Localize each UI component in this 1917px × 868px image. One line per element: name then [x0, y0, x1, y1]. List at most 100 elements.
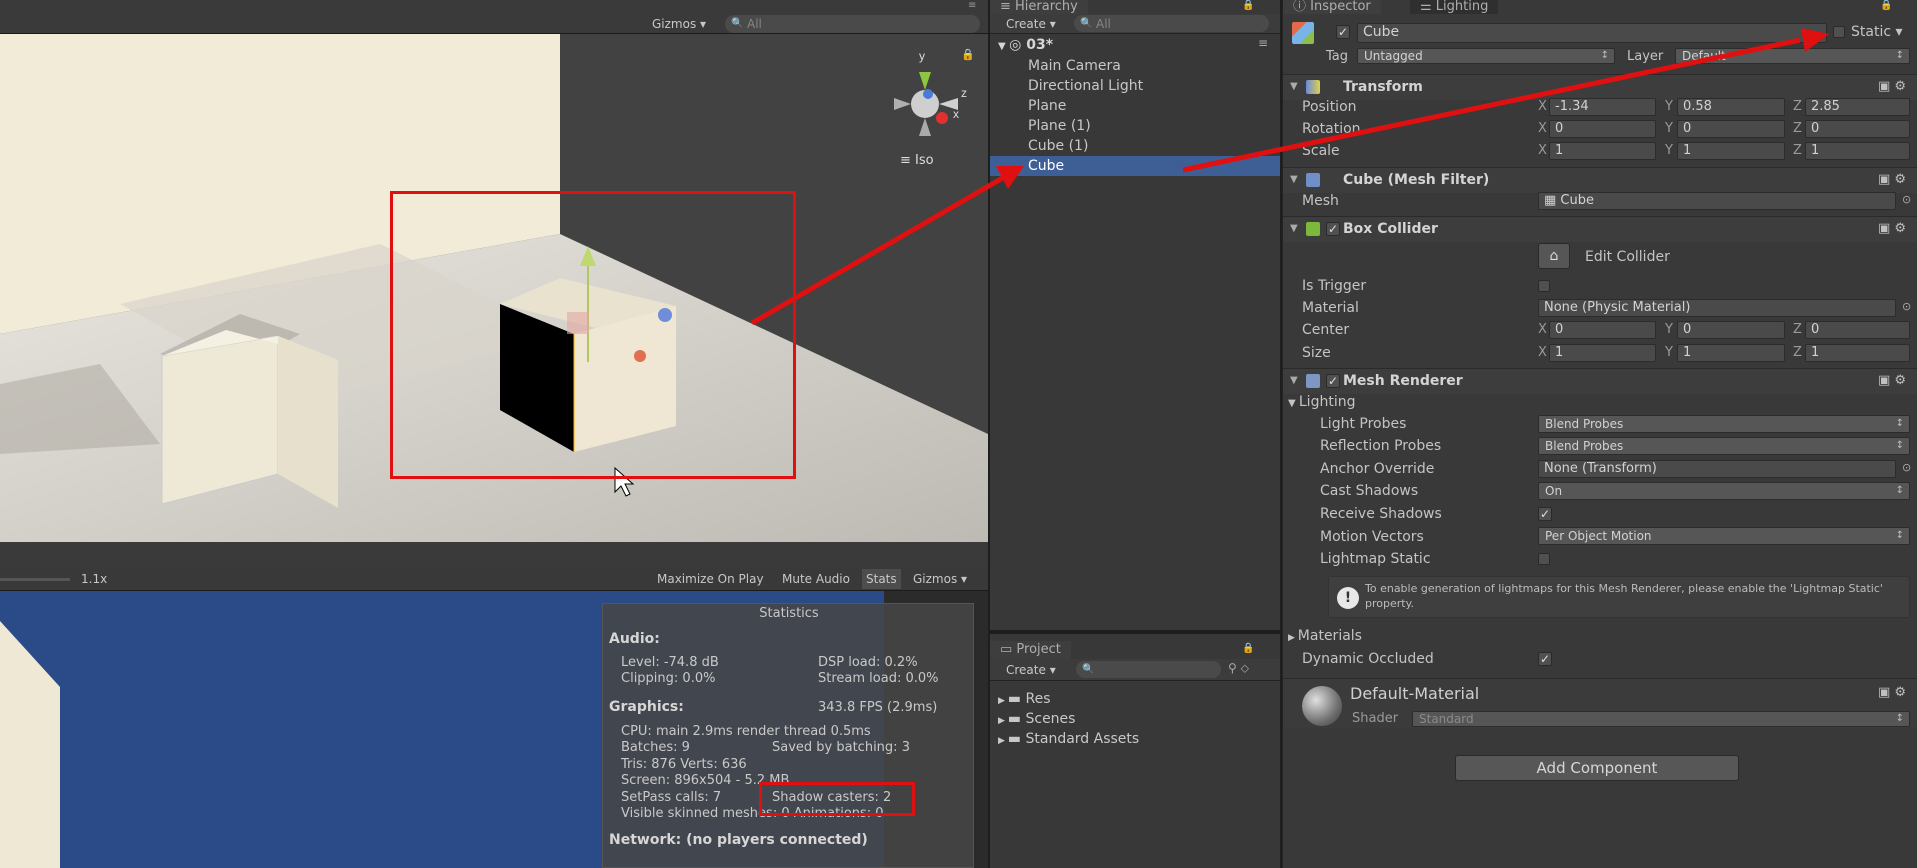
object-picker-icon[interactable]: ⊙ — [1902, 193, 1911, 206]
active-checkbox[interactable]: ✓ — [1336, 25, 1350, 39]
center-y-field[interactable]: 0 — [1677, 321, 1785, 339]
project-create-button[interactable]: Create ▾ — [1006, 660, 1056, 680]
lock-icon[interactable]: 🔒 — [961, 48, 975, 61]
reflection-probes-dropdown[interactable]: Blend Probes — [1538, 437, 1910, 455]
gear-icon[interactable]: ▣ ⚙ — [1878, 368, 1906, 394]
scl-z-axis: Z — [1793, 143, 1802, 158]
info-icon: ⓘ — [1293, 0, 1311, 14]
material-preview-icon[interactable] — [1302, 686, 1342, 726]
tag-dropdown[interactable]: Untagged — [1357, 48, 1615, 64]
light-probes-dropdown[interactable]: Blend Probes — [1538, 415, 1910, 433]
lock-icon[interactable]: 🔒 — [1880, 0, 1892, 11]
hierarchy-item-plane[interactable]: Plane — [1028, 96, 1066, 116]
object-picker-icon[interactable]: ⊙ — [1902, 300, 1911, 313]
game-viewport[interactable]: Statistics Audio: Level: -74.8 dB Clippi… — [0, 591, 988, 868]
material-field[interactable]: None (Physic Material) — [1538, 299, 1896, 317]
tab-inspector[interactable]: ⓘ Inspector — [1283, 0, 1381, 14]
static-checkbox[interactable] — [1833, 26, 1845, 38]
gear-icon[interactable]: ▣ ⚙ — [1878, 74, 1906, 100]
center-z-field[interactable]: 0 — [1805, 321, 1910, 339]
project-folder-standard-assets[interactable]: ▶ ▬ Standard Assets — [998, 731, 1139, 747]
scene-gizmos-button[interactable]: Gizmos ▾ — [652, 14, 706, 34]
maximize-on-play-button[interactable]: Maximize On Play — [657, 569, 764, 589]
graphics-header: Graphics: — [609, 699, 684, 715]
menu-icon[interactable]: ≡ — [1258, 36, 1268, 50]
filter-icon[interactable]: ⚲ ⬦ — [1228, 661, 1249, 676]
size-x-axis: X — [1538, 345, 1547, 360]
receive-shadows-checkbox[interactable]: ✓ — [1538, 507, 1552, 521]
mute-audio-button[interactable]: Mute Audio — [782, 569, 850, 589]
center-y-axis: Y — [1665, 322, 1673, 337]
edit-collider-button[interactable]: ⌂ — [1538, 243, 1570, 269]
lock-icon[interactable]: 🔒 — [1242, 643, 1254, 654]
is-trigger-checkbox[interactable] — [1538, 280, 1550, 292]
pos-z-field[interactable]: 2.85 — [1805, 98, 1910, 116]
size-z-field[interactable]: 1 — [1805, 344, 1910, 362]
gear-icon[interactable]: ▣ ⚙ — [1878, 216, 1906, 242]
game-scale-slider[interactable] — [0, 578, 70, 581]
game-gizmos-button[interactable]: Gizmos ▾ — [913, 569, 967, 589]
hierarchy-item-main-camera[interactable]: Main Camera — [1028, 56, 1121, 76]
iso-label[interactable]: ≡ Iso — [900, 153, 934, 168]
lock-icon[interactable]: 🔒 — [1242, 0, 1254, 11]
project-folder-res[interactable]: ▶ ▬ Res — [998, 691, 1051, 707]
project-folder-scenes[interactable]: ▶ ▬ Scenes — [998, 711, 1075, 727]
tab-hierarchy[interactable]: ≡ Hierarchy — [990, 0, 1088, 14]
hierarchy-item-cube[interactable]: Cube — [1028, 156, 1064, 176]
pos-y-field[interactable]: 0.58 — [1677, 98, 1785, 116]
tab-project[interactable]: ▭ Project — [990, 641, 1071, 659]
stat-batches: Batches: 9 — [621, 740, 690, 755]
object-picker-icon[interactable]: ⊙ — [1902, 461, 1911, 474]
scene-row[interactable]: ▼ ◎ 03* — [998, 36, 1053, 56]
mesh-filter-title: Cube (Mesh Filter) — [1343, 172, 1490, 188]
object-name-field[interactable]: Cube — [1357, 23, 1827, 43]
scl-x-field[interactable]: 1 — [1549, 142, 1656, 160]
tab-lighting[interactable]: ⚌ Lighting — [1410, 0, 1499, 14]
pos-x-field[interactable]: -1.34 — [1549, 98, 1656, 116]
project-search-input[interactable] — [1076, 661, 1221, 679]
scl-z-field[interactable]: 1 — [1805, 142, 1910, 160]
hierarchy-item-cube-1[interactable]: Cube (1) — [1028, 136, 1088, 156]
hierarchy-search-input[interactable]: All — [1074, 15, 1269, 33]
pos-z-axis: Z — [1793, 99, 1802, 114]
menu-icon[interactable]: ≡ — [968, 0, 976, 11]
size-x-field[interactable]: 1 — [1549, 344, 1656, 362]
rot-z-field[interactable]: 0 — [1805, 120, 1910, 138]
dynamic-occluded-checkbox[interactable]: ✓ — [1538, 652, 1552, 666]
motion-vectors-dropdown[interactable]: Per Object Motion — [1538, 527, 1910, 545]
materials-foldout[interactable]: ▶ Materials — [1288, 626, 1362, 648]
project-toolbar: Create ▾ ⚲ ⬦ — [990, 659, 1280, 681]
statistics-title: Statistics — [759, 606, 819, 621]
lighting-foldout[interactable]: ▼ Lighting — [1288, 392, 1355, 414]
box-collider-enabled-checkbox[interactable]: ✓ — [1326, 222, 1340, 236]
game-scale-label: 1.1x — [81, 572, 108, 586]
gear-icon[interactable]: ▣ ⚙ — [1878, 167, 1906, 193]
rot-x-field[interactable]: 0 — [1549, 120, 1656, 138]
gear-icon[interactable]: ▣ ⚙ — [1878, 680, 1906, 706]
mesh-field[interactable]: ▦ Cube — [1538, 192, 1896, 210]
folder-icon: ▬ — [1007, 711, 1026, 727]
anchor-override-field[interactable]: None (Transform) — [1538, 460, 1896, 478]
scene-search-input[interactable]: All — [725, 15, 980, 33]
chevron-right-icon: ▶ — [998, 696, 1008, 706]
cast-shadows-dropdown[interactable]: On — [1538, 482, 1910, 500]
add-component-button[interactable]: Add Component — [1455, 755, 1739, 781]
scl-y-axis: Y — [1665, 143, 1673, 158]
layer-dropdown[interactable]: Default — [1675, 48, 1910, 64]
hierarchy-item-directional-light[interactable]: Directional Light — [1028, 76, 1143, 96]
rot-y-field[interactable]: 0 — [1677, 120, 1785, 138]
box-collider-icon — [1306, 222, 1320, 236]
static-label[interactable]: Static ▾ — [1851, 22, 1903, 42]
mesh-renderer-enabled-checkbox[interactable]: ✓ — [1326, 374, 1340, 388]
lightmap-static-checkbox[interactable] — [1538, 553, 1550, 565]
scl-y-field[interactable]: 1 — [1677, 142, 1785, 160]
shader-dropdown[interactable]: Standard — [1412, 711, 1910, 727]
mesh-renderer-icon — [1306, 374, 1320, 388]
center-x-field[interactable]: 0 — [1549, 321, 1656, 339]
stats-button[interactable]: Stats — [862, 569, 901, 589]
scene-viewport[interactable]: y z x 🔒 ≡ Iso — [0, 34, 988, 542]
hierarchy-item-plane-1[interactable]: Plane (1) — [1028, 116, 1091, 136]
hierarchy-create-button[interactable]: Create ▾ — [1006, 14, 1056, 34]
project-panel: ▭ Project 🔒 Create ▾ ⚲ ⬦ ▶ ▬ Res ▶ ▬ Sce… — [990, 632, 1280, 868]
size-y-field[interactable]: 1 — [1677, 344, 1785, 362]
